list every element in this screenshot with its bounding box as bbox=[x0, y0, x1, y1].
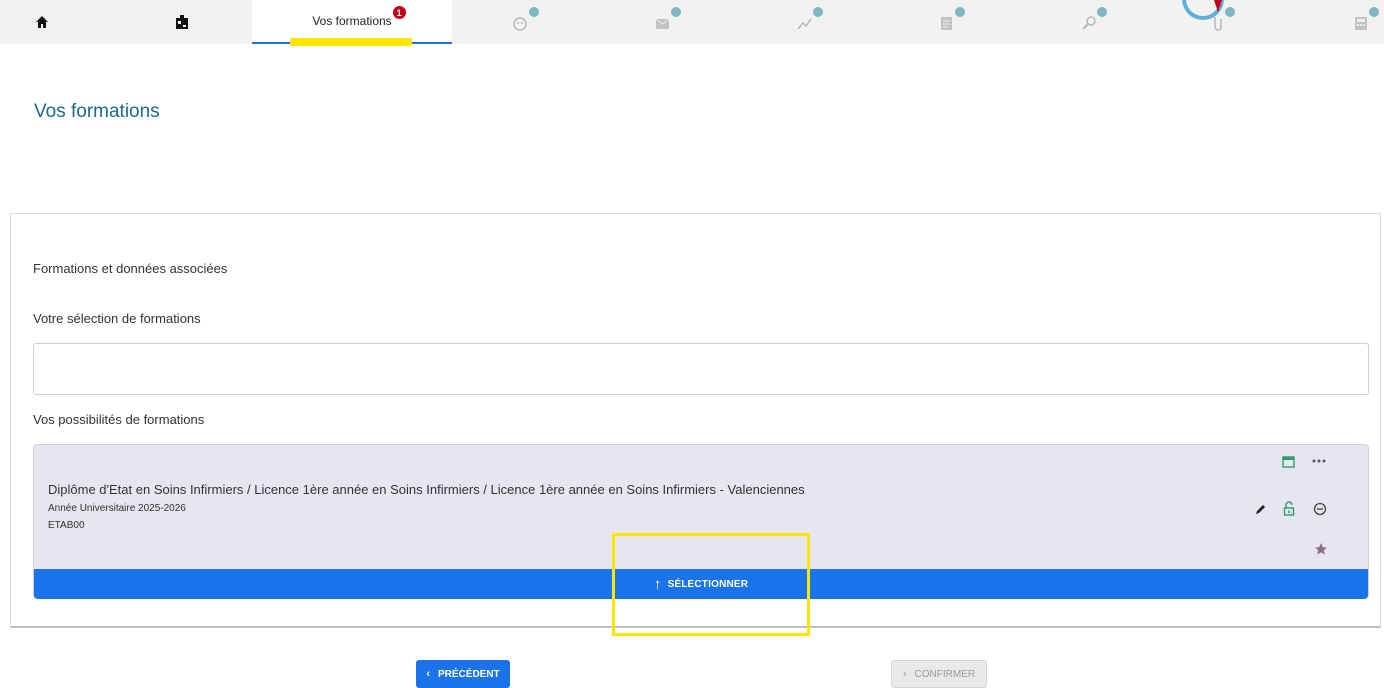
selection-label: Votre sélection de formations bbox=[33, 311, 201, 326]
remove-icon[interactable] bbox=[1313, 502, 1327, 516]
select-button[interactable]: ↑ SÉLECTIONNER bbox=[34, 569, 1368, 599]
chevron-left-icon: ‹ bbox=[426, 668, 430, 680]
formation-year: Année Universitaire 2025-2026 bbox=[48, 503, 186, 514]
calculator-icon bbox=[1351, 7, 1379, 33]
formation-title: Diplôme d'Etat en Soins Infirmiers / Lic… bbox=[48, 482, 805, 497]
top-tab-bar: Vos formations 1 bbox=[0, 0, 1384, 44]
search-icon bbox=[1079, 7, 1107, 33]
tab-step-chart[interactable] bbox=[784, 0, 828, 44]
document-icon bbox=[937, 7, 965, 33]
selection-dropzone[interactable] bbox=[33, 343, 1369, 395]
tab-label: Vos formations 1 bbox=[312, 6, 406, 28]
id-card-icon bbox=[175, 14, 189, 30]
possibilities-label: Vos possibilités de formations bbox=[33, 412, 205, 427]
formations-panel: Formations et données associées Votre sé… bbox=[10, 213, 1381, 628]
formation-card: Diplôme d'Etat en Soins Infirmiers / Lic… bbox=[33, 444, 1369, 599]
previous-button[interactable]: ‹ PRÉCÉDENT bbox=[416, 660, 510, 688]
previous-label: PRÉCÉDENT bbox=[437, 668, 500, 680]
tab-step-mail[interactable] bbox=[642, 0, 686, 44]
home-icon bbox=[35, 15, 49, 29]
confirm-label: CONFIRMER bbox=[914, 668, 976, 680]
tab-step-document[interactable] bbox=[926, 0, 970, 44]
tab-home[interactable] bbox=[20, 0, 64, 44]
select-label: SÉLECTIONNER bbox=[667, 578, 749, 590]
mail-icon bbox=[653, 7, 681, 33]
chevron-right-icon: › bbox=[902, 668, 907, 680]
tab-identity[interactable] bbox=[160, 0, 204, 44]
formation-code: ETAB00 bbox=[48, 520, 85, 531]
chart-icon bbox=[795, 7, 823, 33]
section-label: Formations et données associées bbox=[33, 261, 228, 276]
more-icon[interactable] bbox=[1312, 457, 1326, 465]
arrow-up-icon: ↑ bbox=[653, 575, 662, 593]
tab-step-calculator[interactable] bbox=[1340, 0, 1384, 44]
highlight-underline bbox=[290, 38, 412, 46]
lock-icon[interactable] bbox=[1283, 501, 1295, 516]
tab-step-search[interactable] bbox=[1068, 0, 1112, 44]
profile-icon bbox=[511, 7, 539, 33]
confirm-button[interactable]: › CONFIRMER bbox=[891, 660, 987, 688]
page-title: Vos formations bbox=[34, 101, 160, 122]
tab-label-text: Vos formations bbox=[312, 14, 392, 28]
decorative-arrow bbox=[1214, 0, 1222, 12]
calendar-icon[interactable] bbox=[1282, 455, 1295, 468]
tab-step-profile[interactable] bbox=[500, 0, 544, 44]
edit-icon[interactable] bbox=[1254, 503, 1267, 516]
notification-badge: 1 bbox=[392, 6, 406, 19]
star-icon[interactable] bbox=[1314, 542, 1328, 556]
